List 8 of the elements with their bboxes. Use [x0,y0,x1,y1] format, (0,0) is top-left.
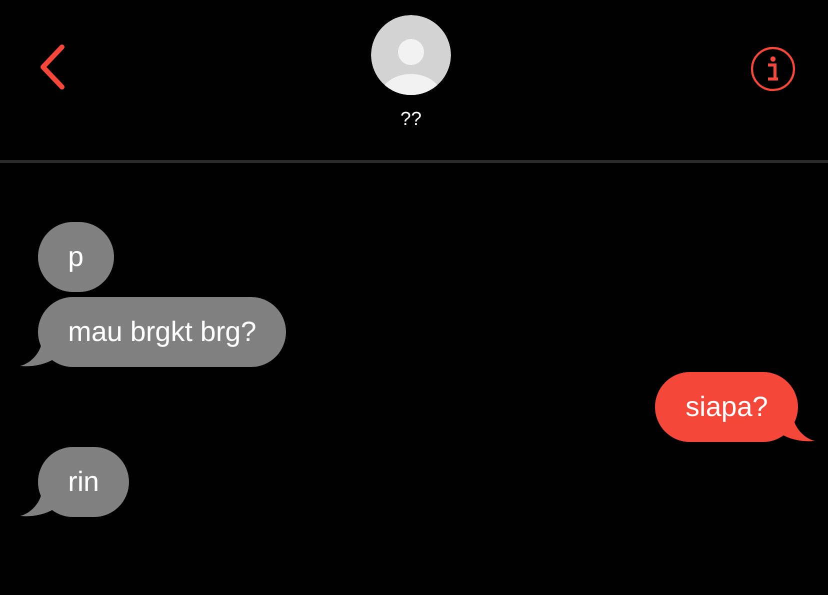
message-bubble: rin [38,447,130,517]
info-icon[interactable] [750,46,796,92]
message-bubble: siapa? [655,372,798,442]
contact-name: ?? [400,109,422,131]
message-bubble: mau brgkt brg? [38,297,286,367]
message-bubble: p [38,222,114,292]
back-icon[interactable] [38,44,66,90]
avatar-icon[interactable] [371,15,451,95]
